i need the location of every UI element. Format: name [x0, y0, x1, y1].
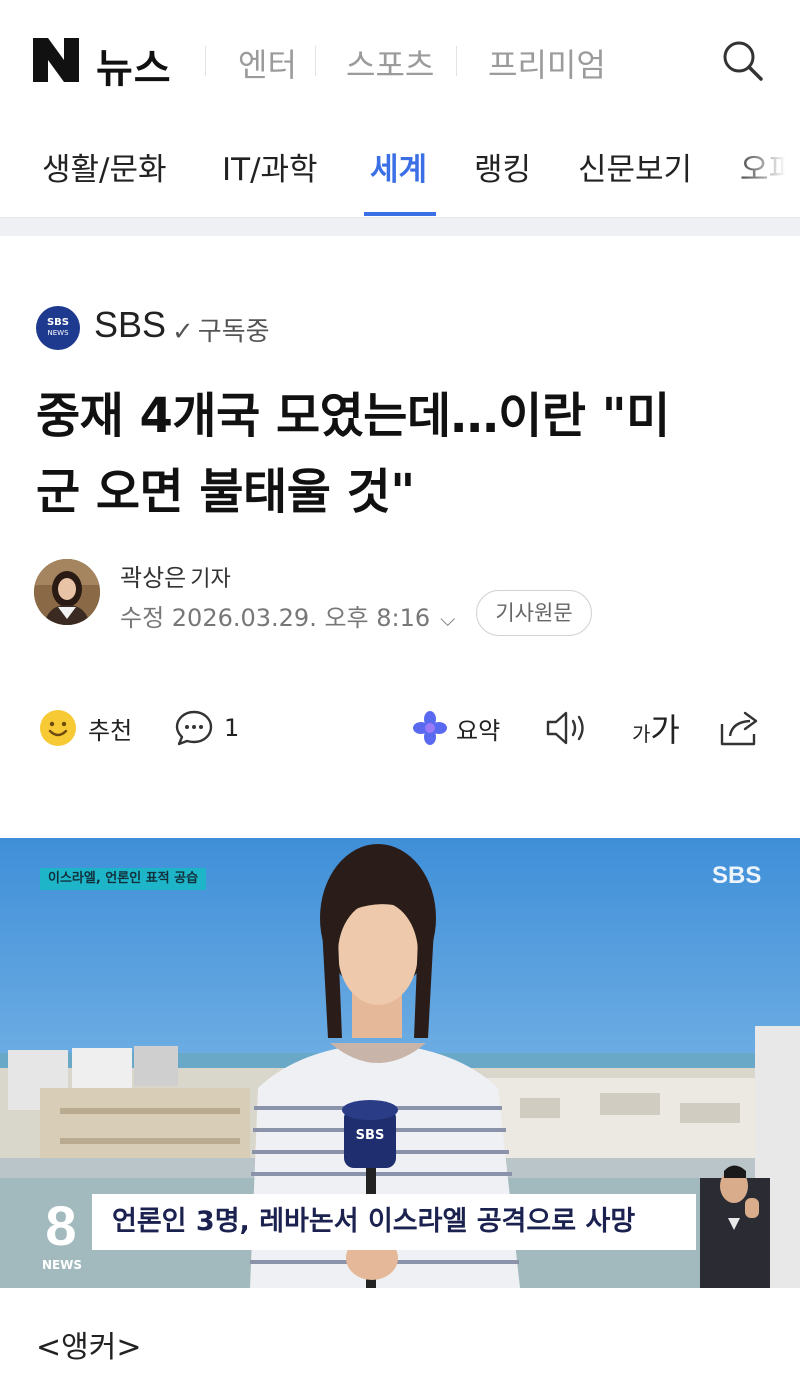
- comment-button[interactable]: 1: [174, 706, 239, 750]
- check-icon: ✓: [172, 317, 194, 347]
- recommend-label: 추천: [88, 716, 133, 745]
- recommend-button[interactable]: 추천: [38, 706, 132, 750]
- category-nav: 생활/문화 IT/과학 세계 랭킹 신문보기 오피: [0, 120, 800, 218]
- font-size-button[interactable]: 가가: [632, 706, 680, 750]
- tab-it-science[interactable]: IT/과학: [222, 144, 318, 189]
- video-top-caption: 이스라엘, 언론인 표적 공습: [40, 868, 207, 890]
- font-size-large-label: 가: [650, 711, 680, 749]
- subscribe-button[interactable]: ✓ 구독중: [172, 311, 270, 348]
- tab-life-culture[interactable]: 생활/문화: [42, 144, 167, 189]
- press-name[interactable]: SBS: [94, 304, 166, 346]
- smile-icon: [40, 710, 76, 746]
- headline-line-2: 군 오면 불태울 것": [36, 464, 415, 520]
- topnav-sports[interactable]: 스포츠: [346, 40, 434, 86]
- reporter-photo: [34, 559, 100, 625]
- speaker-icon: [546, 711, 584, 745]
- topnav-premium[interactable]: 프리미엄: [488, 40, 606, 86]
- article-body-first-line: <앵커>: [36, 1330, 142, 1365]
- font-size-small-label: 가: [632, 721, 651, 746]
- summary-button[interactable]: 요약: [412, 706, 500, 750]
- subscribe-label: 구독중: [197, 317, 270, 347]
- press-logo-text: SBS: [46, 317, 70, 328]
- divider: [456, 46, 457, 76]
- mic-flag-label: SBS: [355, 1128, 385, 1143]
- original-article-button[interactable]: 기사원문: [476, 590, 592, 636]
- edit-time[interactable]: 수정 2026.03.29. 오후 8:16 ⌵: [120, 598, 455, 633]
- program-number: 8: [45, 1194, 77, 1257]
- section-divider: [0, 218, 800, 236]
- topnav-entertainment[interactable]: 엔터: [238, 40, 297, 86]
- share-icon: [720, 711, 758, 746]
- tab-ranking[interactable]: 랭킹: [474, 144, 531, 189]
- article-headline: 중재 4개국 모였는데…이란 "미 군 오면 불태울 것": [36, 378, 766, 530]
- reporter-name: 곽상은: [120, 564, 187, 592]
- reporter-role: 기자: [190, 567, 231, 592]
- headline-line-1: 중재 4개국 모였는데…이란 "미: [36, 388, 670, 444]
- channel-watermark: SBS: [712, 862, 762, 889]
- article-video[interactable]: 이스라엘, 언론인 표적 공습 SBS SBS 8 NEWS 언론인 3명, 레…: [0, 838, 800, 1288]
- reporter-avatar[interactable]: [34, 559, 100, 625]
- press-logo-subtext: NEWS: [47, 329, 69, 337]
- chevron-down-icon: ⌵: [440, 607, 456, 631]
- top-header: 뉴스 엔터 스포츠 프리미엄: [0, 0, 800, 120]
- text-to-speech-button[interactable]: [544, 706, 590, 750]
- tab-world[interactable]: 세계: [370, 144, 427, 189]
- video-subtitle: 언론인 3명, 레바논서 이스라엘 공격으로 사망: [92, 1194, 696, 1250]
- comment-icon: [175, 710, 213, 746]
- share-button[interactable]: [718, 706, 762, 750]
- active-tab-indicator: [364, 212, 436, 216]
- press-logo[interactable]: SBS NEWS: [36, 306, 80, 350]
- search-icon[interactable]: [720, 38, 764, 82]
- reporter-byline[interactable]: 곽상은 기자: [120, 558, 231, 593]
- program-label: NEWS: [41, 1258, 83, 1272]
- naver-logo-icon[interactable]: [33, 38, 79, 82]
- nav-fade: [730, 120, 800, 216]
- ai-summary-icon: [413, 711, 447, 745]
- tab-newspaper[interactable]: 신문보기: [578, 144, 692, 189]
- divider: [205, 46, 206, 76]
- summary-label: 요약: [456, 716, 501, 745]
- edit-time-text: 수정 2026.03.29. 오후 8:16: [120, 604, 431, 632]
- comment-count: 1: [224, 714, 240, 742]
- divider: [315, 46, 316, 76]
- news-logo-text[interactable]: 뉴스: [96, 36, 172, 94]
